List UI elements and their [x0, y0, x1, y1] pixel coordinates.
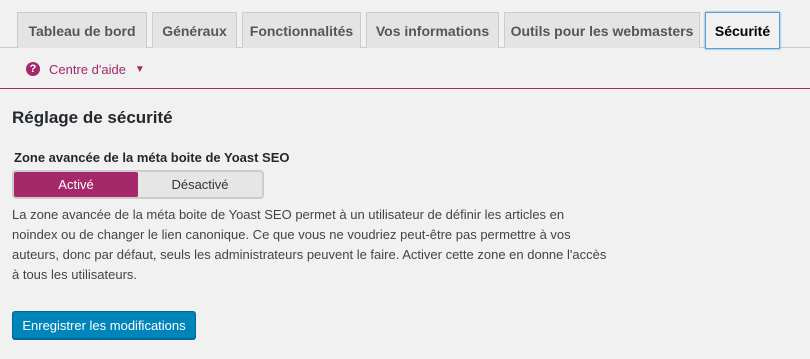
option-disabled[interactable]: Désactivé — [138, 172, 262, 197]
save-changes-button[interactable]: Enregistrer les modifications — [12, 311, 196, 339]
advanced-metabox-switch: Activé Désactivé — [12, 170, 264, 199]
question-circle-icon: ? — [26, 62, 40, 76]
help-center-toggle[interactable]: ? Centre d'aide ▼ — [26, 60, 145, 78]
tab-webmaster-tools[interactable]: Outils pour les webmasters — [504, 12, 700, 48]
advanced-metabox-description: La zone avancée de la méta boite de Yoas… — [12, 207, 607, 282]
tab-features[interactable]: Fonctionnalités — [242, 12, 361, 48]
advanced-metabox-label: Zone avancée de la méta boite de Yoast S… — [14, 150, 290, 165]
tab-dashboard[interactable]: Tableau de bord — [17, 12, 147, 48]
section-title: Réglage de sécurité — [12, 108, 173, 127]
tab-security[interactable]: Sécurité — [705, 12, 780, 49]
settings-tabs: Tableau de bord Généraux Fonctionnalités… — [0, 0, 810, 49]
help-center-label: Centre d'aide — [49, 61, 126, 77]
tab-your-info[interactable]: Vos informations — [366, 12, 499, 48]
accent-divider — [0, 88, 810, 89]
caret-down-icon: ▼ — [134, 63, 145, 75]
option-enabled[interactable]: Activé — [14, 172, 138, 197]
tab-general[interactable]: Généraux — [152, 12, 237, 48]
